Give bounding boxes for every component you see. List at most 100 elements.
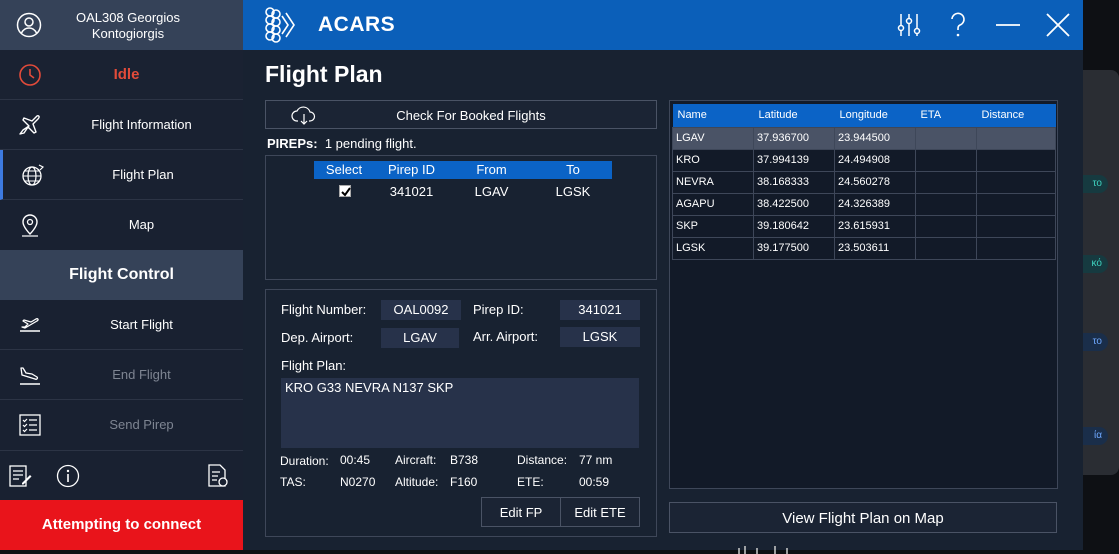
waypoint-name-cell: NEVRA xyxy=(672,170,754,194)
waypoints-panel: Name Latitude Longitude ETA Distance LGA… xyxy=(669,100,1058,489)
duration-value: 00:45 xyxy=(340,453,371,467)
eta-cell xyxy=(915,126,977,150)
distance-cell xyxy=(976,170,1056,194)
latitude-cell: 37.994139 xyxy=(753,148,835,172)
close-icon[interactable] xyxy=(1044,11,1072,39)
eta-cell xyxy=(915,148,977,172)
sidebar-item-map[interactable]: Map xyxy=(0,200,243,250)
pireps-label: PIREPs: xyxy=(267,136,318,151)
sidebar: OAL308 Georgios Kontogiorgis Idle Flight… xyxy=(0,0,243,550)
sidebar-item-label: Flight Plan xyxy=(112,167,174,182)
waypoints-table: Name Latitude Longitude ETA Distance LGA… xyxy=(672,104,1056,260)
duration-label: Duration: xyxy=(280,454,329,468)
arr-airport-label: Arr. Airport: xyxy=(473,329,539,344)
altitude-label: Altitude: xyxy=(395,475,439,489)
dep-airport-label: Dep. Airport: xyxy=(281,330,354,345)
edit-ete-button[interactable]: Edit ETE xyxy=(560,497,640,527)
waypoints-header-row: Name Latitude Longitude ETA Distance xyxy=(672,104,1056,127)
end-flight-button[interactable]: End Flight xyxy=(0,350,243,400)
table-row[interactable]: NEVRA 38.168333 24.560278 xyxy=(672,170,1056,194)
from-cell: LGAV xyxy=(474,184,509,199)
user-header: OAL308 Georgios Kontogiorgis xyxy=(0,0,243,50)
app-title: ACARS xyxy=(318,13,396,36)
latitude-cell: 37.936700 xyxy=(753,126,835,150)
to-cell: LGSK xyxy=(555,184,591,199)
send-pirep-label: Send Pirep xyxy=(109,417,174,432)
minimize-icon[interactable] xyxy=(994,11,1022,39)
end-flight-label: End Flight xyxy=(112,367,171,382)
column-header: Latitude xyxy=(753,104,835,127)
eta-cell xyxy=(915,214,977,238)
pirep-id-value: 341021 xyxy=(560,300,640,320)
distance-cell xyxy=(976,214,1056,238)
pireps-text: 1 pending flight. xyxy=(324,136,417,151)
column-header: Longitude xyxy=(834,104,916,127)
distance-label: Distance: xyxy=(517,453,568,467)
sidebar-item-flight-information[interactable]: Flight Information xyxy=(0,100,243,150)
distance-cell xyxy=(976,192,1056,216)
column-header: ETA xyxy=(915,104,977,127)
table-row[interactable]: KRO 37.994139 24.494908 xyxy=(672,148,1056,172)
latitude-cell: 39.177500 xyxy=(753,236,835,260)
notes-icon[interactable] xyxy=(8,463,32,489)
page-title: Flight Plan xyxy=(265,61,383,87)
longitude-cell: 23.944500 xyxy=(834,126,916,150)
connection-status: Attempting to connect xyxy=(0,500,243,550)
check-booked-flights-button[interactable]: Check For Booked Flights xyxy=(265,100,657,129)
column-header: Pirep ID xyxy=(388,162,435,177)
longitude-cell: 24.494908 xyxy=(834,148,916,172)
pirep-id-label: Pirep ID: xyxy=(473,302,524,317)
ete-label: ETE: xyxy=(517,475,544,489)
booked-flights-panel: Select Pirep ID From To 341021 LGAV LGSK xyxy=(265,155,657,280)
column-header: From xyxy=(476,162,507,177)
status-label: Idle xyxy=(113,66,140,83)
table-row[interactable]: LGSK 39.177500 23.503611 xyxy=(672,236,1056,260)
eta-cell xyxy=(915,170,977,194)
select-checkbox[interactable] xyxy=(339,185,351,197)
start-flight-label: Start Flight xyxy=(110,317,173,332)
sidebar-item-label: Map xyxy=(128,217,155,232)
edit-fp-button[interactable]: Edit FP xyxy=(481,497,561,527)
arr-airport-value: LGSK xyxy=(560,327,640,347)
distance-cell xyxy=(976,126,1056,150)
waypoint-name-cell: LGSK xyxy=(672,236,754,260)
flight-plan-route: KRO G33 NEVRA N137 SKP xyxy=(281,378,639,448)
status-row: Idle xyxy=(0,50,243,100)
send-pirep-button[interactable]: Send Pirep xyxy=(0,400,243,450)
table-row[interactable]: SKP 39.180642 23.615931 xyxy=(672,214,1056,238)
distance-cell xyxy=(976,236,1056,260)
flight-number-label: Flight Number: xyxy=(281,302,367,317)
booked-flights-header: Select Pirep ID From To xyxy=(314,161,612,179)
check-booked-flights-label: Check For Booked Flights xyxy=(396,108,546,123)
start-flight-button[interactable]: Start Flight xyxy=(0,300,243,350)
latitude-cell: 38.422500 xyxy=(753,192,835,216)
table-row[interactable]: LGAV 37.936700 23.944500 xyxy=(672,126,1056,150)
longitude-cell: 24.326389 xyxy=(834,192,916,216)
table-row[interactable]: AGAPU 38.422500 24.326389 xyxy=(672,192,1056,216)
distance-cell xyxy=(976,148,1056,172)
longitude-cell: 23.615931 xyxy=(834,214,916,238)
flight-number-value: OAL0092 xyxy=(381,300,461,320)
sidebar-item-label: Flight Information xyxy=(91,117,192,132)
longitude-cell: 24.560278 xyxy=(834,170,916,194)
latitude-cell: 38.168333 xyxy=(753,170,835,194)
main-window: ACARS Flight Plan Check For Booked Fligh… xyxy=(243,0,1083,550)
pirep-id-cell: 341021 xyxy=(389,184,434,199)
view-flight-plan-on-map-button[interactable]: View Flight Plan on Map xyxy=(669,502,1057,533)
eta-cell xyxy=(915,236,977,260)
report-icon[interactable] xyxy=(206,463,230,489)
flight-details-panel: Flight Number: OAL0092 Pirep ID: 341021 … xyxy=(265,289,657,537)
background-fragment xyxy=(735,546,795,554)
help-icon[interactable] xyxy=(944,11,972,39)
waypoint-name-cell: AGAPU xyxy=(672,192,754,216)
pireps-status: PIREPs: 1 pending flight. xyxy=(267,136,417,151)
tas-value: N0270 xyxy=(340,475,376,489)
info-icon[interactable] xyxy=(56,463,80,489)
settings-sliders-icon[interactable] xyxy=(895,11,923,39)
acars-logo-icon xyxy=(261,5,301,45)
latitude-cell: 39.180642 xyxy=(753,214,835,238)
sidebar-item-flight-plan[interactable]: Flight Plan xyxy=(0,150,243,200)
user-avatar-icon xyxy=(16,12,42,38)
ete-value: 00:59 xyxy=(579,475,610,489)
aircraft-value: B738 xyxy=(450,453,479,467)
